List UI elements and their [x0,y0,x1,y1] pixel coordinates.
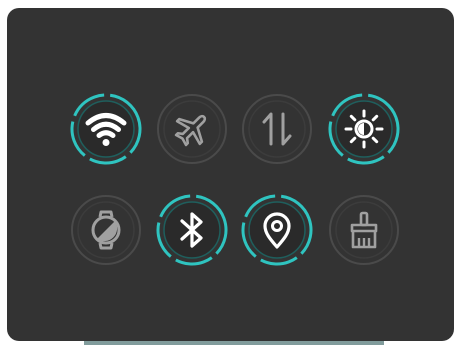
bottom-accent-strip [84,341,384,345]
screen [0,0,459,347]
toggle-ring [242,94,312,164]
mobile-data-toggle[interactable] [240,92,314,166]
toggle-ring [71,195,141,265]
quick-settings-panel [7,8,454,341]
airplane-mode-toggle[interactable] [155,92,229,166]
location-toggle[interactable] [240,193,314,267]
toggle-ring [328,93,400,165]
brightness-toggle[interactable] [327,92,401,166]
wifi-toggle[interactable] [69,92,143,166]
watch-toggle[interactable] [69,193,143,267]
toggle-ring [156,194,228,266]
brush-icon [350,211,378,249]
toggle-ring [157,94,227,164]
toggle-ring [329,195,399,265]
up-down-arrows-icon [262,112,292,146]
cleaner-toggle[interactable] [327,193,401,267]
watch-icon [91,210,121,250]
brightness-icon [344,109,384,149]
toggle-ring [70,93,142,165]
bluetooth-toggle[interactable] [155,193,229,267]
toggle-ring [241,194,313,266]
airplane-icon [174,114,207,147]
